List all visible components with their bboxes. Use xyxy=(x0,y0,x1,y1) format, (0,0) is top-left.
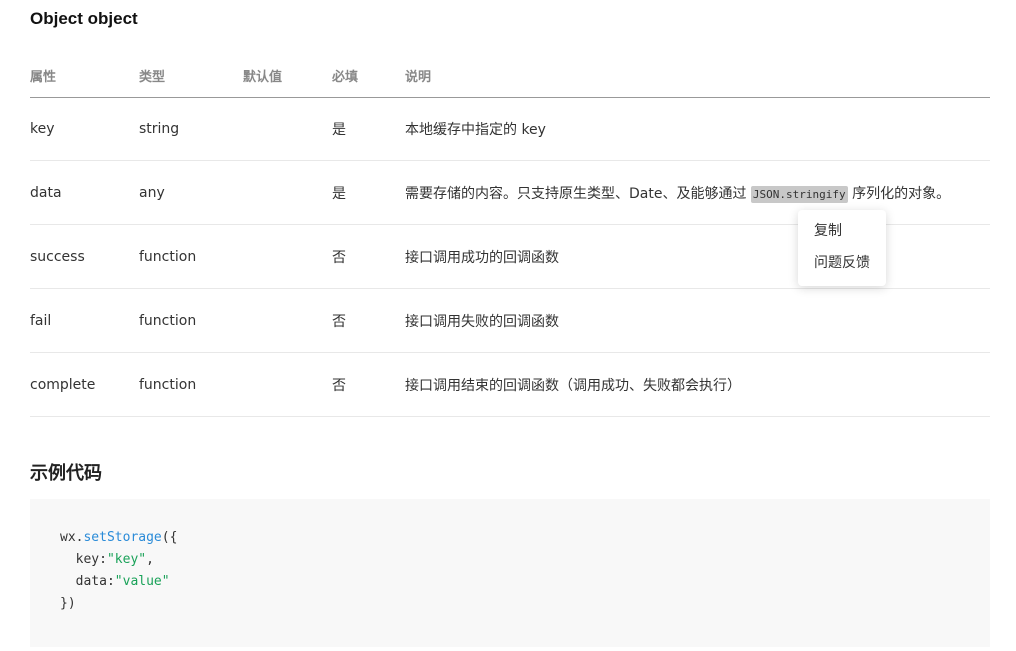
param-type: any xyxy=(139,160,243,225)
param-description: 本地缓存中指定的 key xyxy=(405,97,990,161)
code-content: wx.setStorage({ key:"key", data:"value" … xyxy=(60,527,177,615)
param-type: function xyxy=(139,352,243,417)
context-menu: 复制 问题反馈 xyxy=(798,210,886,286)
code-token-method: setStorage xyxy=(83,530,162,545)
param-default xyxy=(243,224,332,289)
param-required: 否 xyxy=(332,224,405,289)
param-name: key xyxy=(30,97,139,161)
code-token-data-value: "value" xyxy=(114,574,170,589)
param-required: 是 xyxy=(332,97,405,161)
param-description: 接口调用失败的回调函数 xyxy=(405,288,990,353)
param-name: data xyxy=(30,160,139,225)
code-token-comma: , xyxy=(146,552,154,567)
table-row: complete function 否 接口调用结束的回调函数（调用成功、失败都… xyxy=(30,352,990,417)
param-description: 接口调用结束的回调函数（调用成功、失败都会执行） xyxy=(405,352,990,417)
param-type: string xyxy=(139,97,243,161)
header-description: 说明 xyxy=(405,54,990,98)
param-type: function xyxy=(139,224,243,289)
param-default xyxy=(243,97,332,161)
header-required: 必填 xyxy=(332,54,405,98)
param-default xyxy=(243,352,332,417)
param-default xyxy=(243,288,332,353)
table-header-row: 属性 类型 默认值 必填 说明 xyxy=(30,54,990,98)
header-default: 默认值 xyxy=(243,54,332,98)
param-name: complete xyxy=(30,352,139,417)
param-required: 否 xyxy=(332,352,405,417)
table-row: fail function 否 接口调用失败的回调函数 xyxy=(30,288,990,353)
context-menu-feedback[interactable]: 问题反馈 xyxy=(814,252,870,274)
code-token-data-label: data: xyxy=(75,574,115,589)
code-token-key-label: key: xyxy=(75,552,107,567)
description-text: 需要存储的内容。只支持原生类型、Date、及能够通过 xyxy=(405,185,751,202)
param-required: 是 xyxy=(332,160,405,225)
table-row: key string 是 本地缓存中指定的 key xyxy=(30,97,990,161)
inline-code-selected[interactable]: JSON.stringify xyxy=(750,185,848,203)
header-type: 类型 xyxy=(139,54,243,98)
description-text: 序列化的对象。 xyxy=(847,185,951,202)
code-token-open: ({ xyxy=(161,530,178,545)
param-default xyxy=(243,160,332,225)
section-title: Object object xyxy=(30,9,138,28)
context-menu-copy[interactable]: 复制 xyxy=(814,220,842,242)
code-block: wx.setStorage({ key:"key", data:"value" … xyxy=(30,499,990,647)
param-name: fail xyxy=(30,288,139,353)
code-token-key-value: "key" xyxy=(106,552,147,567)
param-name: success xyxy=(30,224,139,289)
param-type: function xyxy=(139,288,243,353)
param-description: 需要存储的内容。只支持原生类型、Date、及能够通过 JSON.stringif… xyxy=(405,160,990,225)
code-token-close: }) xyxy=(60,596,76,611)
code-token-object: wx xyxy=(60,530,76,545)
example-title: 示例代码 xyxy=(30,463,102,484)
header-attribute: 属性 xyxy=(30,54,139,98)
param-description: 接口调用成功的回调函数 xyxy=(405,224,990,289)
param-required: 否 xyxy=(332,288,405,353)
